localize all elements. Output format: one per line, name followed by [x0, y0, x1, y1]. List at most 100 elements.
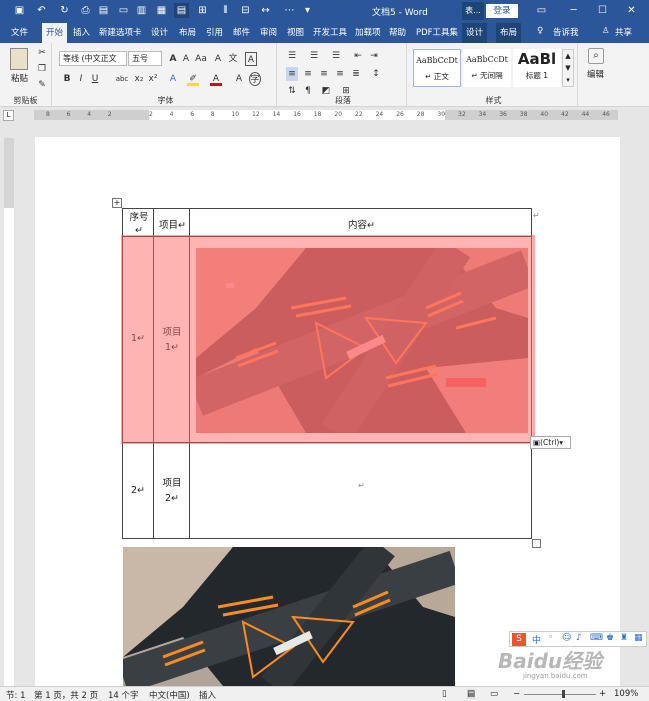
- decrease-indent-icon[interactable]: ⇤: [352, 49, 364, 63]
- row2-num-cell[interactable]: 2↵: [122, 442, 154, 539]
- header-cell-num[interactable]: 序号↵: [122, 208, 154, 237]
- increase-indent-icon[interactable]: ⇥: [368, 49, 380, 63]
- account-name[interactable]: 表...: [462, 2, 484, 20]
- paste-button[interactable]: 粘贴: [11, 72, 28, 84]
- tab-insert[interactable]: 插入: [73, 26, 90, 38]
- clear-format-icon[interactable]: A: [212, 52, 224, 66]
- numbering-icon[interactable]: ☰: [308, 49, 320, 63]
- tab-developer[interactable]: 开发工具: [313, 26, 347, 38]
- distribute-icon[interactable]: ≣: [350, 67, 362, 81]
- lightbulb-icon[interactable]: ♀: [537, 26, 543, 36]
- document-page[interactable]: + 序号↵ 项目↵ 内容↵ 1↵ 项目1↵ 2↵ 项目2↵ ↵: [35, 137, 620, 686]
- align-left-icon[interactable]: ≡: [286, 67, 298, 81]
- redo-icon[interactable]: ↻: [57, 3, 72, 18]
- tab-design[interactable]: 设计: [151, 26, 168, 38]
- copy-icon[interactable]: ❐: [36, 62, 48, 76]
- maximize-icon[interactable]: ☐: [595, 3, 610, 18]
- table-icon[interactable]: ▦: [154, 3, 169, 18]
- tab-table-layout[interactable]: 布局: [496, 23, 522, 43]
- zoom-slider[interactable]: [524, 694, 596, 695]
- section-indicator[interactable]: 节: 1: [6, 689, 25, 701]
- columns-icon[interactable]: ⫴: [218, 3, 233, 18]
- style-no-spacing[interactable]: AaBbCcDt ↵ 无间隔: [463, 49, 511, 87]
- row2-content-cell[interactable]: ↵: [189, 442, 532, 539]
- find-icon[interactable]: ⌕: [588, 48, 604, 64]
- open-icon[interactable]: ▭: [116, 3, 131, 18]
- width-icon[interactable]: ↔: [258, 3, 273, 18]
- minimize-icon[interactable]: ─: [566, 3, 581, 18]
- italic-icon[interactable]: I: [75, 72, 87, 86]
- header-cell-content[interactable]: 内容↵: [189, 208, 532, 237]
- customize-icon[interactable]: ▾: [300, 3, 315, 18]
- tab-home[interactable]: 开始: [42, 23, 68, 43]
- tools-icon[interactable]: ▦: [634, 633, 643, 643]
- tab-review[interactable]: 审阅: [260, 26, 277, 38]
- zoom-in-icon[interactable]: +: [599, 689, 606, 699]
- zoom-out-icon[interactable]: −: [513, 689, 520, 699]
- superscript-icon[interactable]: x²: [147, 72, 159, 86]
- text-effect-icon[interactable]: A: [167, 72, 179, 86]
- read-mode-icon[interactable]: ▤: [174, 3, 189, 18]
- row2-item-cell[interactable]: 项目2↵: [153, 442, 190, 539]
- punctuation-icon[interactable]: ◦: [548, 633, 553, 643]
- insert-mode[interactable]: 插入: [199, 689, 216, 701]
- style-normal[interactable]: AaBbCcDt ↵ 正文: [413, 49, 461, 87]
- language-indicator[interactable]: 中文(中国): [149, 689, 190, 701]
- tab-stop-selector[interactable]: L: [3, 110, 14, 121]
- zoom-level[interactable]: 109%: [614, 689, 638, 699]
- undo-icon[interactable]: ↶: [34, 3, 49, 18]
- shirt-icon[interactable]: ♜: [620, 633, 628, 643]
- tab-layout[interactable]: 布局: [179, 26, 196, 38]
- shrink-font-icon[interactable]: A: [180, 52, 192, 66]
- save-icon[interactable]: ▣: [12, 3, 27, 18]
- font-color-icon[interactable]: A: [210, 72, 222, 86]
- table-resize-handle[interactable]: [532, 539, 541, 548]
- tab-addins[interactable]: 加载项: [355, 26, 381, 38]
- font-name-select[interactable]: 等线 (中文正文: [59, 51, 127, 66]
- tab-pdf[interactable]: PDF工具集: [416, 26, 458, 38]
- word-count[interactable]: 14 个字: [108, 689, 139, 701]
- multilevel-icon[interactable]: ☰: [330, 49, 342, 63]
- char-border-icon[interactable]: A: [245, 52, 257, 66]
- new-doc-icon[interactable]: ▤: [96, 3, 111, 18]
- align-right-icon[interactable]: ≡: [318, 67, 330, 81]
- phonetic-icon[interactable]: 文: [227, 52, 239, 66]
- print-preview-icon[interactable]: ⎙: [78, 3, 93, 18]
- font-size-select[interactable]: 五号: [128, 51, 162, 66]
- paste-options-button[interactable]: ▣(Ctrl)▾: [530, 436, 571, 449]
- more-icon[interactable]: ⋯: [282, 3, 297, 18]
- tab-view[interactable]: 视图: [287, 26, 304, 38]
- strikethrough-icon[interactable]: abc: [113, 72, 131, 86]
- bullets-icon[interactable]: ☰: [286, 49, 298, 63]
- web-layout-icon[interactable]: ▭: [490, 689, 498, 699]
- styles-scroll[interactable]: ▲ ▼ ▾: [562, 49, 574, 87]
- highlight-icon[interactable]: ✐: [187, 72, 199, 86]
- editing-button[interactable]: 编辑: [587, 68, 604, 80]
- align-icon[interactable]: ⊟: [238, 3, 253, 18]
- copy-format-icon[interactable]: ▥: [134, 3, 149, 18]
- tab-table-design[interactable]: 设计: [462, 23, 488, 43]
- tab-mailings[interactable]: 邮件: [233, 26, 250, 38]
- tab-file[interactable]: 文件: [11, 26, 28, 38]
- tab-help[interactable]: 帮助: [389, 26, 406, 38]
- justify-icon[interactable]: ≡: [334, 67, 346, 81]
- page-indicator[interactable]: 第 1 页，共 2 页: [34, 689, 98, 701]
- char-shading-icon[interactable]: A: [233, 72, 245, 86]
- enclose-char-icon[interactable]: 字: [249, 72, 261, 86]
- print-layout-icon[interactable]: ▤: [467, 689, 476, 699]
- share-button[interactable]: 共享: [615, 26, 632, 38]
- cut-icon[interactable]: ✂: [36, 46, 48, 60]
- zoom-thumb[interactable]: [562, 690, 565, 698]
- ribbon-display-icon[interactable]: ▭: [534, 3, 549, 18]
- layout-icon[interactable]: ⊞: [195, 3, 210, 18]
- subscript-icon[interactable]: x₂: [133, 72, 145, 86]
- read-mode-icon[interactable]: ▯: [442, 689, 447, 699]
- tab-references[interactable]: 引用: [206, 26, 223, 38]
- align-center-icon[interactable]: ≡: [302, 67, 314, 81]
- tell-me[interactable]: 告诉我: [553, 26, 579, 38]
- paste-icon[interactable]: [10, 48, 28, 70]
- tab-new[interactable]: 新建选项卡: [99, 26, 142, 38]
- change-case-icon[interactable]: Aa: [195, 52, 207, 66]
- voice-icon[interactable]: ♪: [576, 633, 582, 643]
- grow-font-icon[interactable]: A: [167, 52, 179, 66]
